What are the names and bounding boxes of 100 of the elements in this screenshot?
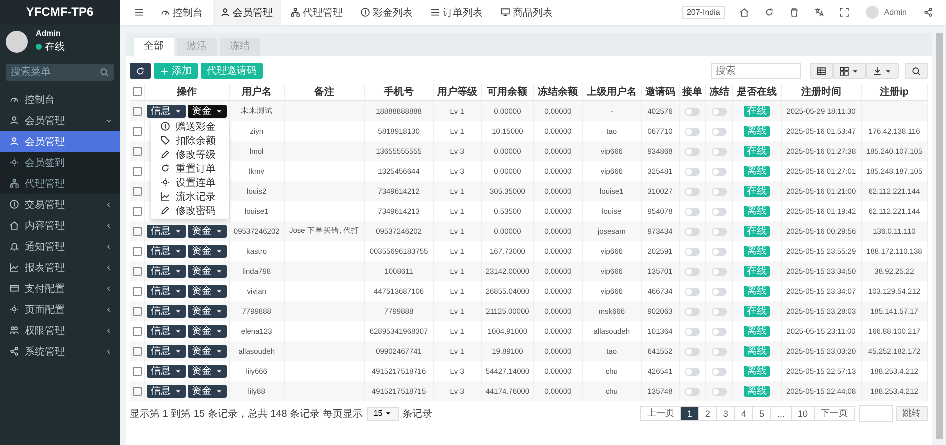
sidebar-subitem[interactable]: 代理管理 [0, 173, 120, 194]
search-field[interactable]: 搜索 [711, 63, 801, 79]
action-dropdown-button[interactable]: 资金 [188, 284, 227, 298]
page-size-select[interactable]: 15 [366, 406, 399, 420]
row-checkbox[interactable] [132, 386, 142, 396]
toggle-switch[interactable] [712, 188, 727, 196]
trash-icon[interactable] [790, 8, 800, 17]
action-dropdown-button[interactable]: 资金 [188, 344, 227, 358]
page-button[interactable]: 2 [698, 406, 718, 421]
sidebar-item[interactable]: 交易管理 [0, 194, 120, 215]
refresh-icon[interactable] [765, 8, 774, 17]
toggle-switch[interactable] [685, 308, 700, 316]
toggle-switch[interactable] [712, 388, 727, 396]
translate-icon[interactable] [815, 8, 824, 17]
row-checkbox[interactable] [132, 166, 142, 176]
page-button[interactable]: 4 [734, 406, 754, 421]
action-dropdown-button[interactable]: 信息 [147, 324, 186, 338]
toggle-switch[interactable] [685, 108, 700, 116]
action-dropdown-button[interactable]: 信息 [147, 244, 186, 258]
prev-page-button[interactable]: 上一页 [640, 406, 682, 421]
menu-search-field[interactable]: 搜索菜单 [6, 64, 114, 81]
menu-item[interactable]: 设置连单 [151, 176, 229, 190]
nav-tab[interactable]: 订单列表 [423, 0, 491, 25]
action-dropdown-button[interactable]: 资金 [188, 324, 227, 338]
sidebar-item[interactable]: 权限管理 [0, 320, 120, 341]
action-dropdown-button[interactable]: 资金 [188, 264, 227, 278]
toggle-switch[interactable] [712, 148, 727, 156]
action-dropdown-button[interactable]: 信息 [147, 284, 186, 298]
sidebar-item[interactable]: 支付配置 [0, 278, 120, 299]
user-name[interactable]: Admin [884, 8, 907, 17]
menu-item[interactable]: 修改等级 [151, 148, 229, 162]
sidebar-item[interactable]: 页面配置 [0, 299, 120, 320]
action-dropdown-button[interactable]: 资金 [188, 384, 227, 398]
action-dropdown-button[interactable]: 信息 [147, 364, 186, 378]
go-button[interactable]: 跳转 [896, 406, 928, 421]
toggle-switch[interactable] [685, 208, 700, 216]
action-dropdown-button[interactable]: 资金 [188, 104, 227, 118]
toggle-switch[interactable] [685, 228, 700, 236]
sidebar-item[interactable]: 会员管理 [0, 110, 120, 131]
nav-tab[interactable]: 会员管理 [213, 0, 281, 25]
action-dropdown-button[interactable]: 信息 [147, 224, 186, 238]
sidebar-subitem[interactable]: 会员管理 [0, 131, 120, 152]
row-checkbox[interactable] [132, 286, 142, 296]
page-button[interactable]: 3 [716, 406, 736, 421]
row-checkbox[interactable] [132, 246, 142, 256]
toggle-switch[interactable] [685, 148, 700, 156]
toggle-switch[interactable] [685, 388, 700, 396]
sidebar-subitem[interactable]: 会员签到 [0, 152, 120, 173]
row-checkbox[interactable] [132, 146, 142, 156]
site-selector[interactable]: 207-India [682, 6, 726, 19]
toggle-switch[interactable] [685, 168, 700, 176]
page-button[interactable]: 5 [752, 406, 772, 421]
toggle-switch[interactable] [685, 128, 700, 136]
sidebar-item[interactable]: 系统管理 [0, 341, 120, 362]
action-dropdown-button[interactable]: 资金 [188, 244, 227, 258]
action-dropdown-button[interactable]: 资金 [188, 304, 227, 318]
menu-item[interactable]: 赠送彩金 [151, 120, 229, 134]
toggle-switch[interactable] [685, 328, 700, 336]
page-button[interactable]: 1 [680, 406, 700, 421]
toggle-switch[interactable] [712, 268, 727, 276]
fullscreen-icon[interactable] [840, 8, 850, 17]
toggle-switch[interactable] [712, 368, 727, 376]
row-checkbox[interactable] [132, 106, 142, 116]
action-dropdown-button[interactable]: 信息 [147, 104, 186, 118]
toggle-switch[interactable] [712, 228, 727, 236]
menu-item[interactable]: 修改密码 [151, 204, 229, 218]
toggle-switch[interactable] [685, 368, 700, 376]
row-checkbox[interactable] [132, 126, 142, 136]
refresh-button[interactable] [130, 63, 151, 79]
toggle-switch[interactable] [685, 288, 700, 296]
sidebar-item[interactable]: 报表管理 [0, 257, 120, 278]
action-dropdown-button[interactable]: 信息 [147, 344, 186, 358]
toggle-switch[interactable] [685, 348, 700, 356]
nav-tab[interactable]: 代理管理 [283, 0, 351, 25]
avatar[interactable] [866, 6, 880, 19]
row-checkbox[interactable] [132, 206, 142, 216]
row-checkbox[interactable] [132, 346, 142, 356]
sidebar-item[interactable]: 控制台 [0, 89, 120, 110]
scrollbar[interactable] [936, 33, 943, 439]
toggle-switch[interactable] [712, 168, 727, 176]
toggle-switch[interactable] [712, 328, 727, 336]
menu-icon[interactable] [135, 8, 144, 17]
search-button[interactable] [905, 63, 928, 79]
row-checkbox[interactable] [132, 326, 142, 336]
toggle-switch[interactable] [685, 188, 700, 196]
sidebar-item[interactable]: 通知管理 [0, 236, 120, 257]
action-dropdown-button[interactable]: 信息 [147, 264, 186, 278]
toggle-switch[interactable] [712, 128, 727, 136]
filter-tab[interactable]: 全部 [134, 38, 174, 56]
action-dropdown-button[interactable]: 信息 [147, 304, 186, 318]
export-button[interactable] [866, 63, 899, 79]
sidebar-item[interactable]: 内容管理 [0, 215, 120, 236]
nav-tab[interactable]: 彩金列表 [353, 0, 421, 25]
page-input[interactable] [859, 405, 893, 422]
action-dropdown-button[interactable]: 信息 [147, 384, 186, 398]
menu-item[interactable]: 重置订单 [151, 162, 229, 176]
row-checkbox[interactable] [132, 366, 142, 376]
nav-tab[interactable]: 商品列表 [493, 0, 561, 25]
row-checkbox[interactable] [132, 306, 142, 316]
page-button[interactable]: 10 [790, 406, 815, 421]
